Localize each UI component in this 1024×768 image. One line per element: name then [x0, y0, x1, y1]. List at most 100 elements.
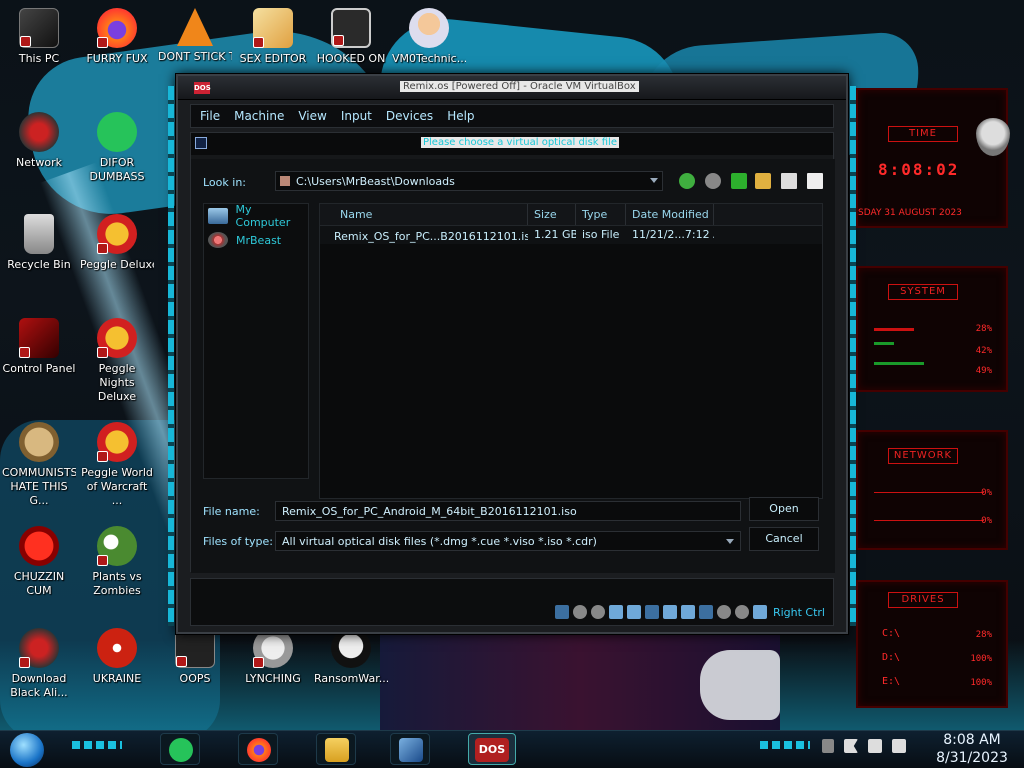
menu-input[interactable]: Input: [341, 109, 372, 123]
back-arrow-icon[interactable]: [679, 173, 695, 189]
desktop-icon-control-panel[interactable]: Control Panel: [2, 318, 76, 376]
new-folder-icon[interactable]: [755, 173, 771, 189]
detail-view-icon[interactable]: [807, 173, 823, 189]
desktop-icon-sex-editor[interactable]: SEX EDITOR: [236, 8, 310, 66]
menu-devices[interactable]: Devices: [386, 109, 433, 123]
desktop-icon-oops[interactable]: OOPS: [158, 628, 232, 686]
desktop-icon-difor-dumbass[interactable]: DIFOR DUMBASS: [80, 112, 154, 184]
video-capture-icon[interactable]: [698, 605, 713, 619]
vm-window[interactable]: DOS Remix.os [Powered Off] - Oracle VM V…: [168, 74, 856, 634]
desktop-icon-download-black-ali[interactable]: Download Black Ali...: [2, 628, 76, 700]
column-type[interactable]: Type: [576, 204, 626, 225]
desktop-icon-lynching[interactable]: LYNCHING: [236, 628, 310, 686]
desktop-icon-hooked-on[interactable]: HOOKED ON: [314, 8, 388, 66]
taskbar-decoration: [760, 741, 810, 749]
alienware-icon: [19, 628, 59, 668]
desktop-icon-pvz[interactable]: Plants vs Zombies: [80, 526, 154, 598]
sidebar-item-mrbeast[interactable]: MrBeast: [204, 228, 308, 252]
dos-icon: DOS: [475, 738, 509, 762]
menu-view[interactable]: View: [298, 109, 326, 123]
computer-icon: [208, 208, 228, 224]
open-button[interactable]: Open: [749, 497, 819, 521]
spotify-icon: [97, 112, 137, 152]
file-type-combobox[interactable]: All virtual optical disk files (*.dmg *.…: [275, 531, 741, 551]
taskbar-app-firefox[interactable]: [238, 733, 278, 765]
dialog-titlebar[interactable]: Please choose a virtual optical disk fil…: [191, 133, 833, 155]
file-type-label: Files of type:: [203, 534, 274, 548]
vlc-icon: [177, 8, 213, 46]
time-gadget: TIME 8:08:02 SDAY 31 AUGUST 2023: [856, 88, 1010, 228]
firefox-icon: [97, 8, 137, 48]
menu-help[interactable]: Help: [447, 109, 474, 123]
shared-folder-icon[interactable]: [662, 605, 677, 619]
virtualbox-icon: [399, 738, 423, 762]
taskbar-clock[interactable]: 8:08 AM 8/31/2023: [930, 731, 1014, 767]
flag-icon[interactable]: [844, 739, 858, 753]
host-key-label: Right Ctrl: [772, 605, 825, 619]
floppy-icon[interactable]: [590, 605, 605, 619]
user-folder-icon: [208, 232, 228, 248]
oops-icon: [175, 628, 215, 668]
cancel-button[interactable]: Cancel: [749, 527, 819, 551]
file-row[interactable]: Remix_OS_for_PC...B2016112101.iso 1.21 G…: [320, 226, 822, 244]
money-bag-icon: [19, 422, 59, 462]
desktop-icon-dont-stick[interactable]: DONT STICK T: [158, 8, 232, 64]
desktop-icon-furry-fux[interactable]: FURRY FUX: [80, 8, 154, 66]
skull-icon: [331, 628, 371, 668]
file-name-label: File name:: [203, 504, 260, 518]
spotify-icon: [169, 738, 193, 762]
menu-machine[interactable]: Machine: [234, 109, 284, 123]
usb-icon[interactable]: [644, 605, 659, 619]
chuzzle-icon: [19, 526, 59, 566]
taskbar-app-dos[interactable]: DOS: [468, 733, 516, 765]
gadget-clock: 8:08:02: [878, 160, 960, 179]
taskbar-app-virtualbox[interactable]: [390, 733, 430, 765]
desktop-icon-network[interactable]: Network: [2, 112, 76, 170]
taskbar-app-spotify[interactable]: [160, 733, 200, 765]
audio-icon[interactable]: [608, 605, 623, 619]
desktop-icon-vm0technic[interactable]: VM0Technic...: [392, 8, 466, 66]
forward-arrow-icon[interactable]: [705, 173, 721, 189]
file-name-input[interactable]: Remix_OS_for_PC_Android_M_64bit_B2016112…: [275, 501, 741, 521]
optical-drive-icon[interactable]: [572, 605, 587, 619]
peggle-nights-icon: [97, 318, 137, 358]
desktop-icon-peggle-nights[interactable]: Peggle Nights Deluxe: [80, 318, 154, 404]
desktop-icon-peggle-wow[interactable]: Peggle World of Warcraft ...: [80, 422, 154, 508]
radiation-icon: [97, 628, 137, 668]
volume-icon[interactable]: [892, 739, 906, 753]
window-frame-decoration: [168, 86, 174, 626]
mouse-integration-icon[interactable]: [734, 605, 749, 619]
column-name[interactable]: Name: [320, 204, 528, 225]
desktop-icon-ransomware[interactable]: RansomWar...: [314, 628, 388, 686]
column-date-modified[interactable]: Date Modified: [626, 204, 714, 225]
clock-date: 8/31/2023: [936, 750, 1008, 766]
desktop-gadgets: TIME 8:08:02 SDAY 31 AUGUST 2023 SYSTEM …: [848, 88, 1014, 708]
desktop-icon-chuzzin[interactable]: CHUZZIN CUM: [2, 526, 76, 598]
doctor-icon: [409, 8, 449, 48]
sidebar-item-my-computer[interactable]: My Computer: [204, 203, 308, 229]
desktop-icon-peggle-deluxe[interactable]: Peggle Deluxe: [80, 214, 154, 272]
chevron-down-icon: [726, 539, 734, 544]
cpu-icon[interactable]: [716, 605, 731, 619]
lynching-icon: [253, 628, 293, 668]
list-view-icon[interactable]: [781, 173, 797, 189]
tray-overflow-icon[interactable]: [822, 739, 834, 753]
vm-window-title: Remix.os [Powered Off] - Oracle VM Virtu…: [400, 81, 639, 92]
file-list: Name Size Type Date Modified Remix_OS_fo…: [319, 203, 823, 499]
taskbar-app-file-explorer[interactable]: [316, 733, 356, 765]
vm-titlebar[interactable]: DOS Remix.os [Powered Off] - Oracle VM V…: [178, 76, 846, 100]
drives-gadget: DRIVES C:\ 28% D:\ 100% E:\ 100%: [856, 580, 1008, 708]
look-in-combobox[interactable]: C:\Users\MrBeast\Downloads: [275, 171, 663, 191]
network-status-icon[interactable]: [868, 739, 882, 753]
desktop-icon-communists[interactable]: COMMUNISTS HATE THIS G...: [2, 422, 76, 508]
desktop-icon-this-pc[interactable]: This PC: [2, 8, 76, 66]
network-adapter-icon[interactable]: [626, 605, 641, 619]
display-icon[interactable]: [680, 605, 695, 619]
desktop-icon-recycle-bin[interactable]: Recycle Bin: [2, 214, 76, 272]
up-folder-icon[interactable]: [731, 173, 747, 189]
start-button[interactable]: [10, 733, 44, 767]
column-size[interactable]: Size: [528, 204, 576, 225]
hard-disk-icon[interactable]: [554, 605, 569, 619]
desktop-icon-ukraine[interactable]: UKRAINE: [80, 628, 154, 686]
menu-file[interactable]: File: [200, 109, 220, 123]
